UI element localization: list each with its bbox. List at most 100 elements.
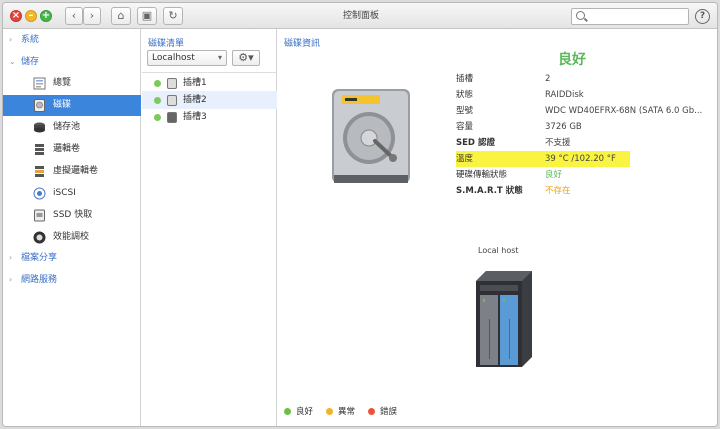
info-row-capacity: 容量 3726 GB xyxy=(456,119,636,135)
minimize-window-button[interactable]: – xyxy=(25,10,37,22)
info-key: 狀態 xyxy=(456,90,474,100)
host-label: Local host xyxy=(478,246,519,255)
sidebar-item-iscsi[interactable]: iSCSI xyxy=(3,183,141,204)
sidebar-item-performance[interactable]: 效能調校 xyxy=(3,227,141,248)
help-button[interactable]: ? xyxy=(695,9,710,24)
sidebar-item-overview[interactable]: 總覽 xyxy=(3,73,141,94)
help-icon: ? xyxy=(699,11,706,21)
gear-icon: ⚙▾ xyxy=(238,51,254,64)
disk-slot-item[interactable]: 插槽3 xyxy=(142,108,277,126)
sidebar-item-label: SSD 快取 xyxy=(53,210,93,220)
hard-disk-illustration xyxy=(332,89,410,183)
info-row-model: 型號 WDC WD40EFRX-68N (SATA 6.0 Gb... xyxy=(456,103,702,119)
host-select[interactable]: Localhost ▾ xyxy=(147,50,227,66)
info-value: RAIDDisk xyxy=(545,90,584,100)
info-key: 硬碟傳輸狀態 xyxy=(456,170,508,180)
info-row-smart: S.M.A.R.T 狀態 不存在 xyxy=(456,183,636,199)
refresh-icon: ↻ xyxy=(168,9,178,22)
chevron-right-icon: › xyxy=(9,275,13,284)
info-key: S.M.A.R.T 狀態 xyxy=(456,186,523,196)
legend-label: 錯誤 xyxy=(380,407,398,417)
disk-slot-label: 插槽1 xyxy=(183,78,207,88)
disk-slot-label: 插槽2 xyxy=(183,95,207,105)
info-key: SED 認證 xyxy=(456,138,495,148)
info-key: 溫度 xyxy=(456,154,474,164)
nas-device-illustration xyxy=(476,271,532,367)
sidebar-section-storage[interactable]: ⌄ 儲存 xyxy=(3,53,141,71)
sidebar-item-storage-pool[interactable]: 儲存池 xyxy=(3,117,141,138)
status-good-icon xyxy=(154,114,161,121)
title-bar: × – + ‹ › ⌂ ▣ ↻ 控制面板 ? xyxy=(3,3,717,29)
hdd-icon xyxy=(167,95,177,106)
chevron-right-icon: › xyxy=(89,9,95,22)
sidebar-item-label: 總覽 xyxy=(53,78,72,88)
legend-error-icon xyxy=(368,408,375,415)
sidebar-item-label: 磁碟 xyxy=(53,100,72,110)
chevron-down-icon: ▾ xyxy=(217,53,222,62)
logical-volume-icon xyxy=(35,144,44,155)
info-row-status: 狀態 RAIDDisk xyxy=(456,87,636,103)
disk-list-panel: 磁碟清單 Localhost ▾ ⚙▾ 插槽1 插槽2 插槽3 xyxy=(142,29,277,426)
search-input[interactable] xyxy=(571,8,689,25)
legend-abnormal-icon xyxy=(326,408,333,415)
virtual-volume-icon xyxy=(35,166,44,177)
sidebar-item-ssd-cache[interactable]: SSD 快取 xyxy=(3,205,141,226)
ssd-icon xyxy=(167,112,177,123)
status-good-icon xyxy=(154,97,161,104)
chevron-right-icon: › xyxy=(9,35,13,44)
hdd-icon xyxy=(167,78,177,89)
info-row-sed: SED 認證 不支援 xyxy=(456,135,636,151)
back-button[interactable]: ‹ xyxy=(65,7,83,25)
sidebar-item-label: iSCSI xyxy=(53,188,76,198)
sidebar-section-network-services[interactable]: › 網路服務 xyxy=(3,271,141,289)
disk-slot-item[interactable]: 插槽1 xyxy=(142,74,277,92)
sidebar-section-system[interactable]: › 系統 xyxy=(3,31,141,49)
sidebar-item-label: 邏輯卷 xyxy=(53,144,81,154)
maximize-window-button[interactable]: + xyxy=(40,10,52,22)
sidebar-section-label: 檔案分享 xyxy=(21,253,58,263)
search-icon xyxy=(576,11,585,20)
panel-icon: ▣ xyxy=(141,9,153,22)
info-value: 不存在 xyxy=(545,186,571,196)
settings-menu-button[interactable]: ⚙▾ xyxy=(232,50,260,66)
info-value: 3726 GB xyxy=(545,122,582,132)
disk-list-header: 磁碟清單 xyxy=(148,39,185,49)
sidebar-item-label: 效能調校 xyxy=(53,232,90,242)
info-row-temperature: 溫度 39 °C /102.20 °F xyxy=(456,151,630,167)
divider xyxy=(142,72,277,73)
legend-good-icon xyxy=(284,408,291,415)
chevron-left-icon: ‹ xyxy=(71,9,77,22)
info-key: 型號 xyxy=(456,106,474,116)
sidebar: › 系統 ⌄ 儲存 總覽 磁碟 儲存池 邏輯卷 虛擬邏輯卷 iSCSI SSD … xyxy=(3,29,141,426)
sidebar-item-label: 虛擬邏輯卷 xyxy=(53,166,99,176)
performance-icon xyxy=(33,231,46,244)
disk-slot-label: 插槽3 xyxy=(183,112,207,122)
sidebar-section-file-sharing[interactable]: › 檔案分享 xyxy=(3,249,141,267)
disk-info-panel: 磁碟資訊 良好 插槽 2 狀態 RAIDDisk 型號 WDC WD40EFRX… xyxy=(278,29,717,426)
info-key: 容量 xyxy=(456,122,474,132)
info-value: 不支援 xyxy=(545,138,571,148)
refresh-button[interactable]: ↻ xyxy=(163,7,183,25)
info-value: WDC WD40EFRX-68N (SATA 6.0 Gb... xyxy=(545,106,703,116)
overview-icon xyxy=(33,77,46,90)
info-key: 插槽 xyxy=(456,74,474,84)
home-icon: ⌂ xyxy=(117,9,125,22)
info-row-slot: 插槽 2 xyxy=(456,71,636,87)
close-window-button[interactable]: × xyxy=(10,10,22,22)
forward-button[interactable]: › xyxy=(83,7,101,25)
chevron-right-icon: › xyxy=(9,253,13,262)
sidebar-item-logical-volume[interactable]: 邏輯卷 xyxy=(3,139,141,160)
close-icon: × xyxy=(11,10,21,21)
sidebar-section-label: 系統 xyxy=(21,35,40,45)
home-button[interactable]: ⌂ xyxy=(111,7,131,25)
sidebar-item-virtual-volume[interactable]: 虛擬邏輯卷 xyxy=(3,161,141,182)
ssd-cache-icon xyxy=(34,209,45,222)
legend-label: 良好 xyxy=(296,407,314,417)
sidebar-item-disk[interactable]: 磁碟 xyxy=(3,95,141,116)
disk-slot-item-selected[interactable]: 插槽2 xyxy=(142,91,277,109)
disk-info-header: 磁碟資訊 xyxy=(284,39,321,49)
panel-toggle-button[interactable]: ▣ xyxy=(137,7,157,25)
sidebar-item-label: 儲存池 xyxy=(53,122,81,132)
control-panel-window: × – + ‹ › ⌂ ▣ ↻ 控制面板 ? › 系統 ⌄ 儲存 總覽 磁碟 儲… xyxy=(2,2,718,427)
legend-label: 異常 xyxy=(338,407,356,417)
